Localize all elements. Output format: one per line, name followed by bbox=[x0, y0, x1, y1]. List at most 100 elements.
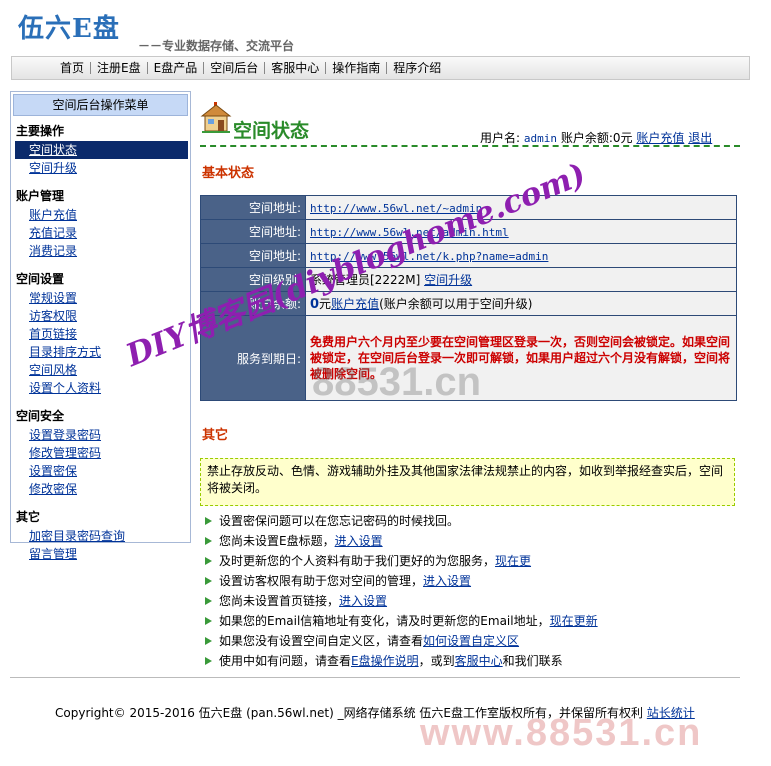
nav-item-support[interactable]: 客服中心 bbox=[264, 62, 325, 74]
tip-link[interactable]: 进入设置 bbox=[339, 594, 387, 608]
menu-item-login-password[interactable]: 设置登录密码 bbox=[15, 426, 188, 444]
row-label: 空间地址: bbox=[201, 196, 305, 219]
arrow-icon bbox=[205, 597, 212, 605]
site-slogan: －－专业数据存储、交流平台 bbox=[138, 39, 295, 53]
menu-link[interactable]: 修改密保 bbox=[29, 482, 77, 496]
other-heading: 其它 bbox=[202, 428, 229, 443]
list-item: 及时更新您的个人资料有助于我们更好的为您服务，现在更 bbox=[205, 551, 598, 571]
tip-link[interactable]: 进入设置 bbox=[335, 534, 383, 548]
nav-item-guide[interactable]: 操作指南 bbox=[325, 62, 386, 74]
tip-text: 如果您没有设置空间自定义区，请查看 bbox=[219, 634, 424, 648]
menu-item-spending-history[interactable]: 消费记录 bbox=[15, 242, 188, 260]
logout-link[interactable]: 退出 bbox=[688, 131, 712, 145]
nav-item-register[interactable]: 注册E盘 bbox=[90, 62, 147, 74]
recharge-link[interactable]: 账户充值 bbox=[636, 131, 684, 145]
title-divider bbox=[200, 145, 740, 147]
menu-link[interactable]: 留言管理 bbox=[29, 547, 77, 561]
menu-link[interactable]: 消费记录 bbox=[29, 244, 77, 258]
arrow-icon bbox=[205, 517, 212, 525]
menu-link[interactable]: 空间状态 bbox=[29, 143, 77, 157]
menu-item-messages[interactable]: 留言管理 bbox=[15, 545, 188, 563]
menu-link[interactable]: 账户充值 bbox=[29, 208, 77, 222]
tip-text: 使用中如有问题，请查看 bbox=[219, 654, 352, 668]
arrow-icon bbox=[205, 617, 212, 625]
menu-link[interactable]: 设置密保 bbox=[29, 464, 77, 478]
menu-group-title: 空间设置 bbox=[16, 272, 65, 286]
menu-link[interactable]: 充值记录 bbox=[29, 226, 77, 240]
arrow-icon bbox=[205, 637, 212, 645]
balance-label: 账户余额: bbox=[560, 131, 613, 145]
menu-item-edit-security-question[interactable]: 修改密保 bbox=[15, 480, 188, 498]
list-item: 您尚未设置E盘标题，进入设置 bbox=[205, 531, 598, 551]
menu-item-set-security-question[interactable]: 设置密保 bbox=[15, 462, 188, 480]
tip-text: 您尚未设置E盘标题， bbox=[219, 534, 335, 548]
menu-group-title: 主要操作 bbox=[16, 124, 65, 138]
menu-link[interactable]: 设置个人资料 bbox=[29, 381, 101, 395]
menu-item-recharge[interactable]: 账户充值 bbox=[15, 206, 188, 224]
watermark-site-gray: 88531.cn bbox=[312, 360, 482, 404]
tip-text: 设置访客权限有助于您对空间的管理， bbox=[219, 574, 424, 588]
menu-group-title: 空间安全 bbox=[16, 409, 65, 423]
tip-link[interactable]: 客服中心 bbox=[455, 654, 503, 668]
nav-label[interactable]: 首页 bbox=[60, 61, 84, 75]
nav-item-backend[interactable]: 空间后台 bbox=[203, 62, 264, 74]
menu-link[interactable]: 常规设置 bbox=[29, 291, 77, 305]
nav-label[interactable]: 操作指南 bbox=[332, 61, 380, 75]
tip-text: ，或到 bbox=[418, 654, 455, 668]
menu-link[interactable]: 空间升级 bbox=[29, 161, 77, 175]
basic-status-heading: 基本状态 bbox=[202, 166, 255, 181]
menu-item-admin-password[interactable]: 修改管理密码 bbox=[15, 444, 188, 462]
list-item: 设置密保问题可以在您忘记密码的时候找回。 bbox=[205, 511, 598, 531]
list-item: 如果您的Email信箱地址有变化，请及时更新您的Email地址，现在更新 bbox=[205, 611, 598, 631]
menu-item-space-status[interactable]: 空间状态 bbox=[15, 141, 188, 159]
recharge-link[interactable]: 账户充值 bbox=[331, 297, 379, 311]
nav-item-about[interactable]: 程序介绍 bbox=[386, 62, 447, 74]
menu-link[interactable]: 目录排序方式 bbox=[29, 345, 101, 359]
username-label: 用户名: bbox=[480, 131, 521, 145]
menu-item-general-settings[interactable]: 常规设置 bbox=[15, 289, 188, 307]
nav-item-home[interactable]: 首页 bbox=[54, 62, 90, 74]
top-nav: 首页 注册E盘 E盘产品 空间后台 客服中心 操作指南 程序介绍 bbox=[11, 56, 750, 80]
tip-text: 设置密保问题可以在您忘记密码的时候找回。 bbox=[219, 514, 460, 528]
tip-link[interactable]: 进入设置 bbox=[423, 574, 471, 588]
tip-link[interactable]: 现在更新 bbox=[550, 614, 598, 628]
menu-item-profile[interactable]: 设置个人资料 bbox=[15, 379, 188, 397]
nav-label[interactable]: 程序介绍 bbox=[393, 61, 441, 75]
nav-label[interactable]: 注册E盘 bbox=[97, 61, 141, 75]
tip-text: 和我们联系 bbox=[502, 654, 563, 668]
upgrade-link[interactable]: 空间升级 bbox=[424, 273, 472, 287]
menu-item-encrypted-dir-lookup[interactable]: 加密目录密码查询 bbox=[15, 527, 188, 545]
menu-link[interactable]: 加密目录密码查询 bbox=[29, 529, 125, 543]
tip-link[interactable]: E盘操作说明 bbox=[351, 654, 419, 668]
table-row: 空间地址: http://www.56wl.net/k.php?name=adm… bbox=[201, 244, 736, 267]
page-title: 空间状态 bbox=[233, 120, 310, 142]
arrow-icon bbox=[205, 557, 212, 565]
row-label: 空间地址: bbox=[201, 220, 305, 243]
list-item: 如果您没有设置空间自定义区，请查看如何设置自定义区 bbox=[205, 631, 598, 651]
balance-note: (账户余额可以用于空间升级) bbox=[379, 297, 533, 311]
menu-link[interactable]: 首页链接 bbox=[29, 327, 77, 341]
menu-link[interactable]: 修改管理密码 bbox=[29, 446, 101, 460]
arrow-icon bbox=[205, 657, 212, 665]
menu-link[interactable]: 访客权限 bbox=[29, 309, 77, 323]
menu-item-space-upgrade[interactable]: 空间升级 bbox=[15, 159, 188, 177]
menu-item-recharge-history[interactable]: 充值记录 bbox=[15, 224, 188, 242]
tip-link[interactable]: 如何设置自定义区 bbox=[423, 634, 519, 648]
list-item: 您尚未设置首页链接，进入设置 bbox=[205, 591, 598, 611]
menu-link[interactable]: 设置登录密码 bbox=[29, 428, 101, 442]
list-item: 设置访客权限有助于您对空间的管理，进入设置 bbox=[205, 571, 598, 591]
nav-item-products[interactable]: E盘产品 bbox=[146, 61, 204, 75]
nav-label[interactable]: E盘产品 bbox=[154, 61, 198, 75]
balance-value: 0元 bbox=[612, 131, 633, 145]
tips-list: 设置密保问题可以在您忘记密码的时候找回。 您尚未设置E盘标题，进入设置 及时更新… bbox=[205, 511, 598, 671]
sidebar-header: 空间后台操作菜单 bbox=[13, 94, 188, 116]
nav-label[interactable]: 客服中心 bbox=[271, 61, 319, 75]
nav-label[interactable]: 空间后台 bbox=[210, 61, 258, 75]
menu-group-title: 账户管理 bbox=[16, 189, 65, 203]
arrow-icon bbox=[205, 577, 212, 585]
menu-link[interactable]: 空间风格 bbox=[29, 363, 77, 377]
tip-link[interactable]: 现在更 bbox=[495, 554, 531, 568]
row-value: 0元账户充值(账户余额可以用于空间升级) bbox=[306, 292, 736, 315]
site-logo: 伍六E盘 bbox=[18, 14, 120, 44]
menu-group-title: 其它 bbox=[16, 510, 41, 524]
